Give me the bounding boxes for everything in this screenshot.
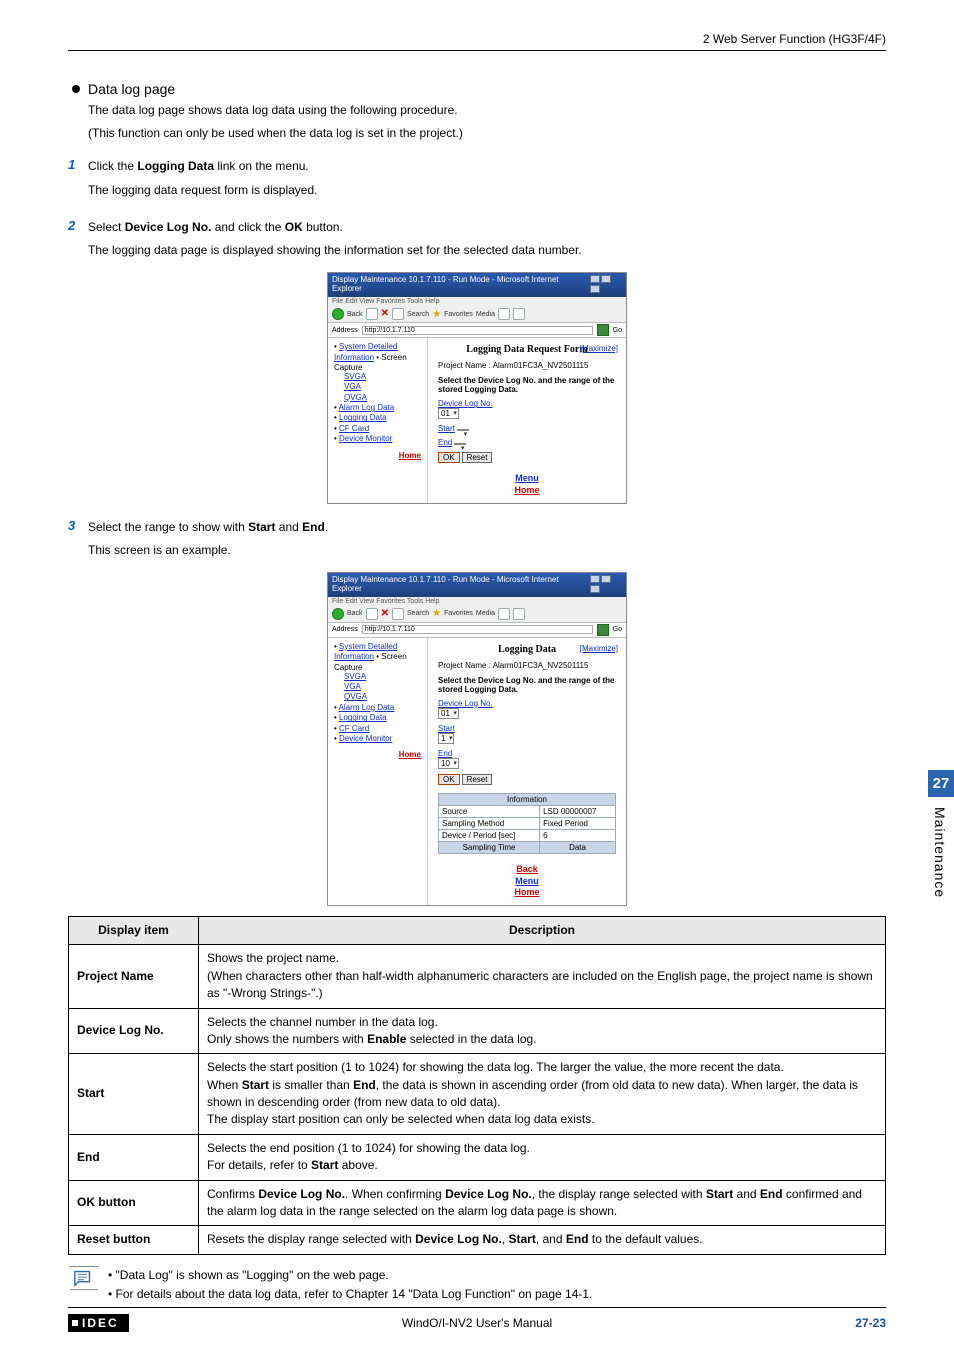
note-box: • "Data Log" is shown as "Logging" on th… [68,1263,886,1307]
go-icon [597,324,609,336]
step-3-result: This screen is an example. [88,541,886,560]
figure-sidebar: • System Detailed Information • Screen C… [328,338,428,502]
step-number: 2 [68,218,88,264]
info-table: Information SourceLSD 00000007 Sampling … [438,793,616,854]
table-row-item: Project Name [69,945,199,1008]
step-2-line: Select Device Log No. and click the OK b… [88,218,886,237]
chapter-tab: 27 Maintenance [928,770,954,898]
intro-line-2: (This function can only be used when the… [88,124,886,143]
note-line: • For details about the data log data, r… [108,1285,592,1304]
page-header: 2 Web Server Function (HG3F/4F) [68,32,886,51]
table-row-item: End [69,1134,199,1180]
window-title: Display Maintenance 10.1.7.110 - Run Mod… [332,275,589,295]
chapter-number: 27 [928,770,954,797]
reset-button-fig: Reset [462,452,493,463]
step-1-result: The logging data request form is display… [88,181,886,200]
intro-line-1: The data log page shows data log data us… [88,101,886,120]
table-row-desc: Confirms Device Log No.. When confirming… [199,1180,886,1226]
maximize-link: [Maximize] [580,344,618,353]
back-icon [332,308,344,320]
step-2-result: The logging data page is displayed showi… [88,241,886,260]
table-row-item: Reset button [69,1226,199,1254]
window-title: Display Maintenance 10.1.7.110 - Run Mod… [332,575,589,595]
figure-logging-data: Display Maintenance 10.1.7.110 - Run Mod… [327,572,627,906]
table-header-desc: Description [199,916,886,944]
favorites-icon: ★ [432,309,441,320]
browser-menubar: File Edit View Favorites Tools Help [328,297,626,306]
ok-button-fig: OK [438,452,460,463]
note-icon [70,1266,98,1290]
step-1-line: Click the Logging Data link on the menu. [88,157,886,176]
browser-toolbar: Back ✕ Search★Favorites Media [328,306,626,323]
window-buttons [589,275,622,295]
step-number: 1 [68,157,88,203]
table-row-item: Start [69,1054,199,1135]
note-line: • "Data Log" is shown as "Logging" on th… [108,1266,592,1285]
table-row-desc: Selects the channel number in the data l… [199,1008,886,1054]
description-table: Display item Description Project NameSho… [68,916,886,1255]
stop-icon: ✕ [381,309,389,319]
footer-page: 27-23 [855,1316,886,1330]
table-row-desc: Shows the project name.(When characters … [199,945,886,1008]
bullet-icon [72,85,80,93]
table-row-desc: Selects the end position (1 to 1024) for… [199,1134,886,1180]
table-row-desc: Resets the display range selected with D… [199,1226,886,1254]
figure-request-form: Display Maintenance 10.1.7.110 - Run Mod… [327,272,627,503]
table-row-desc: Selects the start position (1 to 1024) f… [199,1054,886,1135]
footer-title: WindO/I-NV2 User's Manual [402,1316,552,1330]
window-buttons [589,575,622,595]
table-row-item: OK button [69,1180,199,1226]
address-bar: Address http://10.1.7.110 Go [328,323,626,338]
table-header-item: Display item [69,916,199,944]
chapter-title: Maintenance [928,797,952,898]
footer-brand: IDEC [68,1314,129,1332]
section-title: Data log page [88,81,175,97]
step-number: 3 [68,518,88,564]
table-row-item: Device Log No. [69,1008,199,1054]
step-3-line: Select the range to show with Start and … [88,518,886,537]
